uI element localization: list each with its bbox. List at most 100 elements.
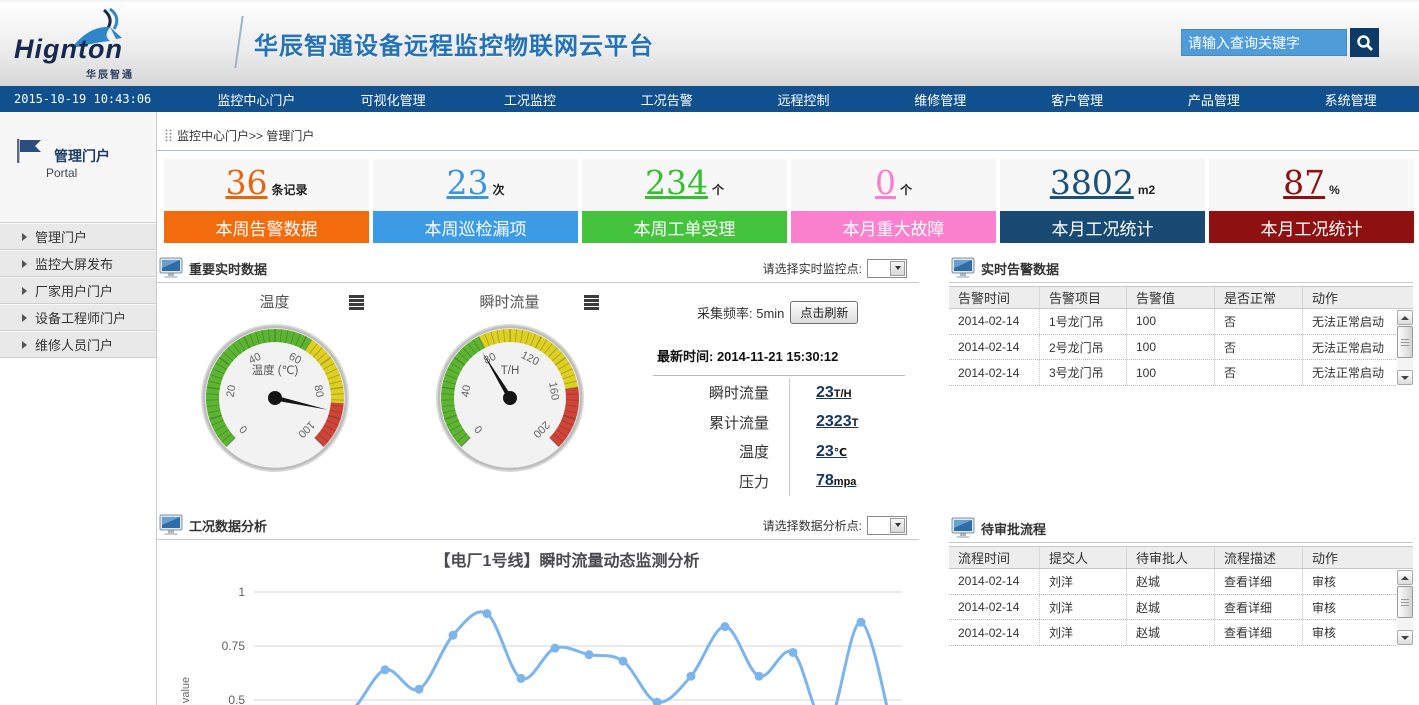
arrow-up-icon (1401, 576, 1409, 580)
svg-text:80: 80 (311, 384, 325, 398)
stat-card[interactable]: 87 % 本月工况统计 (1209, 159, 1414, 243)
nav-item[interactable]: 可视化管理 (325, 90, 462, 109)
table-scrollbar[interactable] (1397, 570, 1413, 645)
caret-right-icon (22, 314, 27, 322)
caret-right-icon (22, 287, 27, 295)
scrollbar-thumb[interactable] (1397, 326, 1413, 358)
sidebar-item[interactable]: 厂家用户门户 (0, 277, 156, 304)
stat-card-value[interactable]: 3802 (1050, 165, 1134, 201)
table-cell: 无法正常启动 (1302, 335, 1396, 360)
table-row[interactable]: 2014-02-142号龙门吊100否无法正常启动 (949, 335, 1396, 361)
reading-value: 78mpa (790, 472, 856, 490)
nav-item[interactable]: 产品管理 (1145, 90, 1282, 109)
svg-text:20: 20 (224, 384, 238, 398)
scroll-up-button[interactable] (1397, 570, 1413, 585)
stat-card[interactable]: 0 个 本月重大故障 (791, 159, 996, 243)
sample-frequency-label: 采集频率: 5min (697, 303, 784, 322)
arrow-up-icon (1401, 316, 1409, 320)
refresh-button[interactable]: 点击刷新 (790, 301, 858, 324)
select-dropdown-button[interactable] (890, 261, 905, 276)
alarm-panel-header: 实时告警数据 (949, 254, 1413, 283)
search-input[interactable] (1181, 29, 1347, 56)
breadcrumb-text: 监控中心门户>> 管理门户 (177, 127, 314, 144)
table-cell: 刘洋 (1039, 595, 1126, 620)
nav-item[interactable]: 监控中心门户 (188, 90, 325, 109)
stat-card-value[interactable]: 23 (446, 165, 488, 201)
stat-card-unit: 个 (712, 181, 724, 198)
table-scrollbar[interactable] (1397, 310, 1413, 385)
brand-name-cn: 华辰智通 (86, 66, 134, 81)
nav-item[interactable]: 维修管理 (872, 90, 1009, 109)
column-header: 动作 (1302, 287, 1413, 308)
flag-icon (14, 138, 44, 164)
stat-card-value[interactable]: 36 (225, 165, 267, 201)
table-cell: 刘洋 (1039, 569, 1126, 594)
search-icon (1356, 34, 1374, 52)
arrow-down-icon (1401, 636, 1409, 640)
stat-card-value[interactable]: 87 (1283, 165, 1325, 201)
monitor-icon (951, 257, 975, 279)
table-row[interactable]: 2014-02-14刘洋赵城查看详细审核 (949, 569, 1396, 595)
portal-subtitle: Portal (46, 166, 77, 180)
scroll-down-button[interactable] (1397, 370, 1413, 385)
table-row[interactable]: 2014-02-143号龙门吊100否无法正常启动 (949, 360, 1396, 386)
alarm-panel-title: 实时告警数据 (981, 259, 1059, 278)
table-cell: 审核 (1302, 569, 1396, 594)
scroll-down-button[interactable] (1397, 630, 1413, 645)
analysis-select-label: 请选择数据分析点: (763, 517, 862, 534)
column-header: 告警时间 (949, 288, 1039, 307)
realtime-point-select[interactable] (867, 259, 907, 278)
sidebar-item[interactable]: 维修人员门户 (0, 331, 156, 358)
sidebar-item-label: 厂家用户门户 (35, 281, 113, 300)
analysis-point-select[interactable] (867, 516, 907, 535)
stat-card[interactable]: 3802 m2 本月工况统计 (1000, 159, 1205, 243)
chart-menu-icon[interactable] (349, 295, 364, 311)
scrollbar-thumb[interactable] (1397, 586, 1413, 618)
table-cell: 否 (1214, 360, 1302, 385)
nav-item[interactable]: 工况告警 (598, 90, 735, 109)
caret-right-icon (22, 260, 27, 268)
table-row[interactable]: 2014-02-141号龙门吊100否无法正常启动 (949, 309, 1396, 335)
sidebar-menu: 管理门户 监控大屏发布 厂家用户门户 设备工程师门户 维修人员门户 (0, 222, 156, 358)
stat-card[interactable]: 36 条记录 本周告警数据 (164, 159, 369, 243)
reading-value: 2323T (790, 413, 858, 431)
stat-card[interactable]: 23 次 本周巡检漏项 (373, 159, 578, 243)
table-cell: 2014-02-14 (949, 626, 1039, 640)
reading-row: 压力 78mpa (649, 467, 915, 497)
chart-menu-icon[interactable] (584, 295, 599, 311)
sidebar-item[interactable]: 设备工程师门户 (0, 304, 156, 331)
stat-card-value[interactable]: 0 (875, 165, 896, 201)
reading-unit: mpa (834, 476, 857, 488)
reading-unit: T/H (834, 388, 852, 400)
table-cell: 查看详细 (1214, 595, 1302, 620)
approval-table-header: 流程时间提交人待审批人流程描述动作 (949, 546, 1413, 569)
nav-item[interactable]: 客户管理 (1009, 90, 1146, 109)
select-dropdown-button[interactable] (890, 518, 905, 533)
stat-card[interactable]: 234 个 本周工单受理 (582, 159, 787, 243)
table-row[interactable]: 2014-02-14刘洋赵城查看详细审核 (949, 595, 1396, 621)
scroll-up-button[interactable] (1397, 310, 1413, 325)
nav-item[interactable]: 远程控制 (735, 90, 872, 109)
sidebar-item[interactable]: 监控大屏发布 (0, 250, 156, 277)
monitor-icon (951, 517, 975, 539)
sidebar: 管理门户 Portal 管理门户 监控大屏发布 厂家用户门户 设备工程师门户 维… (0, 112, 157, 705)
stat-card-unit: 次 (492, 181, 504, 198)
latest-time-label: 最新时间: 2014-11-21 15:30:12 (657, 346, 915, 365)
table-row[interactable]: 2014-02-14刘洋赵城查看详细审核 (949, 620, 1396, 646)
table-cell: 赵城 (1126, 620, 1214, 645)
reading-row: 瞬时流量 23T/H (649, 378, 915, 408)
sidebar-item-label: 维修人员门户 (35, 335, 113, 354)
table-cell: 2号龙门吊 (1039, 335, 1126, 360)
main-content: 监控中心门户>> 管理门户 36 条记录 本周告警数据 23 次 本周巡检漏项 … (157, 112, 1419, 705)
stat-card-unit: 条记录 (271, 181, 307, 198)
sidebar-item[interactable]: 管理门户 (0, 223, 156, 250)
reading-unit: ℃ (834, 447, 847, 459)
nav-item[interactable]: 工况监控 (462, 90, 599, 109)
brand-logo[interactable]: Hignton 华辰智通 (8, 8, 238, 82)
nav-item[interactable]: 系统管理 (1282, 90, 1419, 109)
portal-title: 管理门户 (54, 146, 110, 166)
search-button[interactable] (1350, 28, 1379, 57)
stat-card-label: 本月工况统计 (1209, 211, 1414, 243)
table-cell: 审核 (1302, 620, 1396, 645)
stat-card-value[interactable]: 234 (645, 165, 708, 201)
